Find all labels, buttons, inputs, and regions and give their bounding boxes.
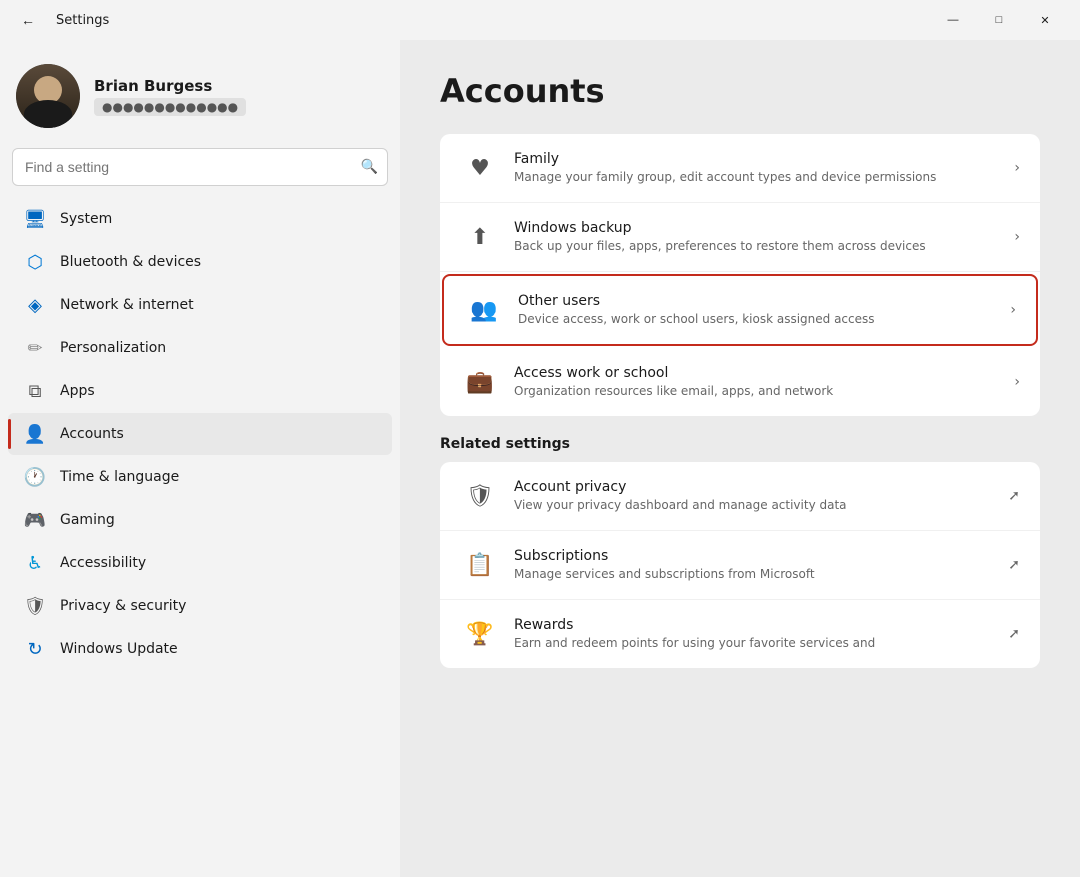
other-users-desc: Device access, work or school users, kio… [518,311,1000,328]
windows-backup-desc: Back up your files, apps, preferences to… [514,238,1004,255]
sidebar-label-system: System [60,211,112,227]
family-desc: Manage your family group, edit account t… [514,169,1004,186]
sidebar: Brian Burgess ●●●●●●●●●●●●● 🔍 🖥 System ⬡… [0,40,400,877]
window-controls: — □ ✕ [930,4,1068,36]
settings-item-access-work[interactable]: 💼 Access work or school Organization res… [440,348,1040,416]
related-settings-label: Related settings [440,436,1040,452]
settings-item-windows-backup[interactable]: ⬆ Windows backup Back up your files, app… [440,203,1040,272]
settings-card-main: ♥ Family Manage your family group, edit … [440,134,1040,416]
sidebar-label-personalization: Personalization [60,340,166,356]
subscriptions-icon: 📋 [460,545,500,585]
maximize-button[interactable]: □ [976,4,1022,36]
rewards-title: Rewards [514,617,998,633]
privacy-icon: 🛡 [24,595,46,617]
account-privacy-external-icon: ➚ [1008,488,1020,504]
sidebar-label-time: Time & language [60,469,179,485]
bluetooth-icon: ⬡ [24,251,46,273]
sidebar-item-bluetooth[interactable]: ⬡ Bluetooth & devices [8,241,392,283]
settings-item-family[interactable]: ♥ Family Manage your family group, edit … [440,134,1040,203]
windows-backup-icon: ⬆ [460,217,500,257]
avatar-image [16,64,80,128]
update-icon: ↻ [24,638,46,660]
subscriptions-desc: Manage services and subscriptions from M… [514,566,998,583]
accounts-icon: 👤 [24,423,46,445]
account-privacy-desc: View your privacy dashboard and manage a… [514,497,998,514]
account-privacy-icon: 🛡 [460,476,500,516]
sidebar-item-accessibility[interactable]: ♿ Accessibility [8,542,392,584]
accessibility-icon: ♿ [24,552,46,574]
titlebar: ← Settings — □ ✕ [0,0,1080,40]
page-title: Accounts [440,72,1040,110]
network-icon: ◈ [24,294,46,316]
other-users-title: Other users [518,293,1000,309]
access-work-arrow: › [1014,374,1020,390]
sidebar-item-privacy[interactable]: 🛡 Privacy & security [8,585,392,627]
gaming-icon: 🎮 [24,509,46,531]
rewards-desc: Earn and redeem points for using your fa… [514,635,998,652]
related-item-rewards[interactable]: 🏆 Rewards Earn and redeem points for usi… [440,600,1040,668]
sidebar-label-privacy: Privacy & security [60,598,186,614]
access-work-title: Access work or school [514,365,1004,381]
user-email: ●●●●●●●●●●●●● [94,98,246,116]
search-input[interactable] [12,148,388,186]
minimize-button[interactable]: — [930,4,976,36]
access-work-icon: 💼 [460,362,500,402]
sidebar-label-network: Network & internet [60,297,194,313]
nav-list: 🖥 System ⬡ Bluetooth & devices ◈ Network… [0,198,400,670]
family-title: Family [514,151,1004,167]
other-users-icon: 👥 [464,290,504,330]
settings-item-other-users[interactable]: 👥 Other users Device access, work or sch… [442,274,1038,346]
sidebar-label-apps: Apps [60,383,95,399]
sidebar-item-system[interactable]: 🖥 System [8,198,392,240]
sidebar-label-accounts: Accounts [60,426,124,442]
rewards-icon: 🏆 [460,614,500,654]
personalization-icon: ✏ [24,337,46,359]
access-work-desc: Organization resources like email, apps,… [514,383,1004,400]
sidebar-item-personalization[interactable]: ✏ Personalization [8,327,392,369]
sidebar-label-bluetooth: Bluetooth & devices [60,254,201,270]
app-body: Brian Burgess ●●●●●●●●●●●●● 🔍 🖥 System ⬡… [0,40,1080,877]
sidebar-item-time[interactable]: 🕐 Time & language [8,456,392,498]
sidebar-item-update[interactable]: ↻ Windows Update [8,628,392,670]
user-section: Brian Burgess ●●●●●●●●●●●●● [0,52,400,148]
sidebar-item-network[interactable]: ◈ Network & internet [8,284,392,326]
sidebar-label-update: Windows Update [60,641,178,657]
family-arrow: › [1014,160,1020,176]
sidebar-item-accounts[interactable]: 👤 Accounts [8,413,392,455]
close-button[interactable]: ✕ [1022,4,1068,36]
account-privacy-title: Account privacy [514,479,998,495]
avatar [16,64,80,128]
related-item-account-privacy[interactable]: 🛡 Account privacy View your privacy dash… [440,462,1040,531]
related-item-subscriptions[interactable]: 📋 Subscriptions Manage services and subs… [440,531,1040,600]
family-icon: ♥ [460,148,500,188]
user-name: Brian Burgess [94,77,384,95]
main-content: Accounts ♥ Family Manage your family gro… [400,40,1080,877]
subscriptions-title: Subscriptions [514,548,998,564]
user-info: Brian Burgess ●●●●●●●●●●●●● [94,77,384,116]
windows-backup-title: Windows backup [514,220,1004,236]
sidebar-item-apps[interactable]: ⧉ Apps [8,370,392,412]
search-box: 🔍 [12,148,388,186]
search-icon: 🔍 [361,159,378,175]
sidebar-label-accessibility: Accessibility [60,555,146,571]
subscriptions-external-icon: ➚ [1008,557,1020,573]
apps-icon: ⧉ [24,380,46,402]
time-icon: 🕐 [24,466,46,488]
system-icon: 🖥 [24,208,46,230]
sidebar-label-gaming: Gaming [60,512,115,528]
settings-card-related: 🛡 Account privacy View your privacy dash… [440,462,1040,668]
rewards-external-icon: ➚ [1008,626,1020,642]
windows-backup-arrow: › [1014,229,1020,245]
app-title: Settings [56,13,109,28]
back-button[interactable]: ← [12,4,44,36]
other-users-arrow: › [1010,302,1016,318]
sidebar-item-gaming[interactable]: 🎮 Gaming [8,499,392,541]
